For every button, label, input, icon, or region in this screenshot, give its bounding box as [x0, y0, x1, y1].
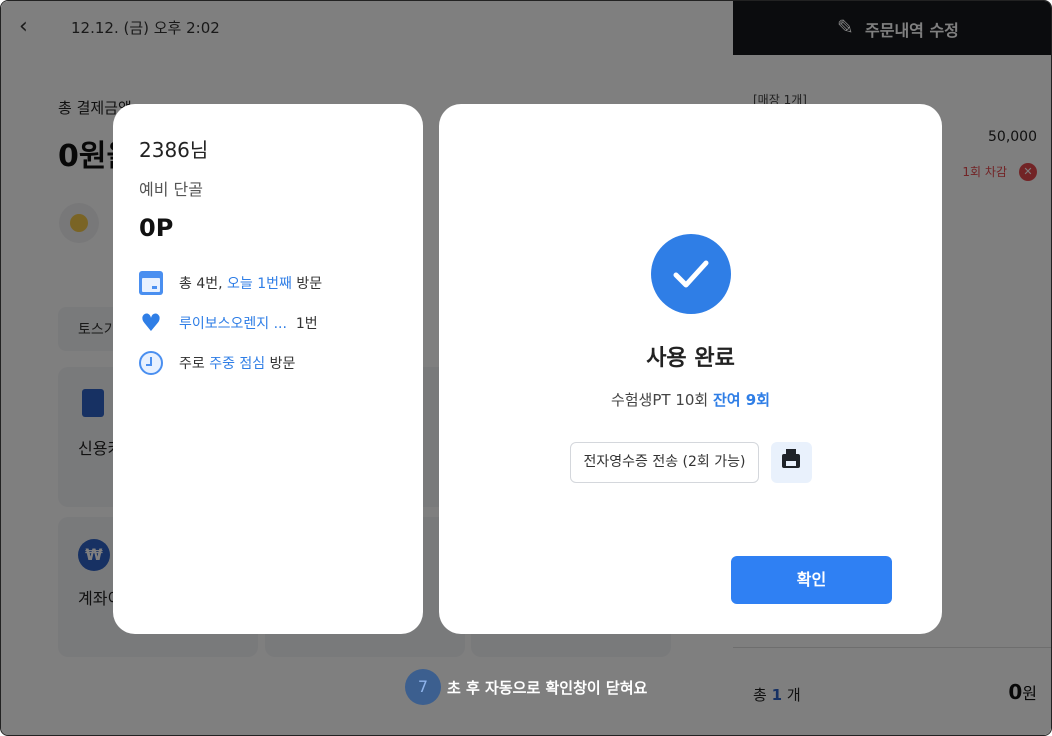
time-text: 주로 주중 점심 방문 — [179, 353, 295, 373]
confirm-button[interactable]: 확인 — [731, 556, 892, 604]
printer-icon — [782, 449, 800, 468]
customer-name: 2386님 — [139, 138, 209, 162]
favorite-suffix: 1번 — [295, 316, 318, 332]
visit-prefix: 총 4번, — [179, 276, 228, 292]
subtitle-prefix: 수험생PT 10회 — [610, 391, 713, 409]
time-suffix: 방문 — [265, 356, 296, 372]
customer-info-card: 2386님 예비 단골 0P 총 4번, 오늘 1번째 방문 ♥ 루이보스오렌지… — [113, 104, 423, 634]
remaining-count: 잔여 9회 — [712, 391, 771, 409]
favorite-menu-row: ♥ 루이보스오렌지 ... 1번 — [139, 309, 318, 337]
visit-count-row: 총 4번, 오늘 1번째 방문 — [139, 271, 322, 295]
check-circle-icon — [651, 234, 731, 314]
heart-icon: ♥ — [140, 309, 162, 337]
visit-suffix: 방문 — [291, 276, 323, 292]
time-highlight: 주중 점심 — [209, 356, 266, 372]
print-button[interactable] — [771, 442, 812, 483]
countdown-message: 초 후 자동으로 확인창이 닫혀요 — [447, 678, 648, 697]
auto-close-countdown: 7 초 후 자동으로 확인창이 닫혀요 — [405, 669, 647, 705]
calendar-icon — [139, 271, 163, 295]
checkmark-icon — [673, 260, 709, 288]
favorite-text: 루이보스오렌지 ... 1번 — [179, 313, 318, 333]
customer-points: 0P — [139, 214, 174, 242]
visit-highlight: 오늘 1번째 — [227, 276, 292, 292]
clock-icon — [139, 351, 163, 375]
completion-subtitle: 수험생PT 10회 잔여 9회 — [439, 389, 942, 410]
completion-dialog: 사용 완료 수험생PT 10회 잔여 9회 전자영수증 전송 (2회 가능) 확… — [439, 104, 942, 634]
time-prefix: 주로 — [179, 356, 210, 372]
favorite-highlight: 루이보스오렌지 ... — [179, 316, 287, 332]
completion-title: 사용 완료 — [646, 346, 735, 371]
visit-time-row: 주로 주중 점심 방문 — [139, 351, 295, 375]
countdown-seconds: 7 — [405, 669, 441, 705]
app-window: ‹ 12.12. (금) 오후 2:02 총 결제금액 0원을 토스기 신용카 … — [0, 0, 1052, 736]
send-receipt-button[interactable]: 전자영수증 전송 (2회 가능) — [570, 442, 759, 483]
visit-text: 총 4번, 오늘 1번째 방문 — [179, 273, 322, 293]
customer-grade: 예비 단골 — [139, 180, 203, 199]
